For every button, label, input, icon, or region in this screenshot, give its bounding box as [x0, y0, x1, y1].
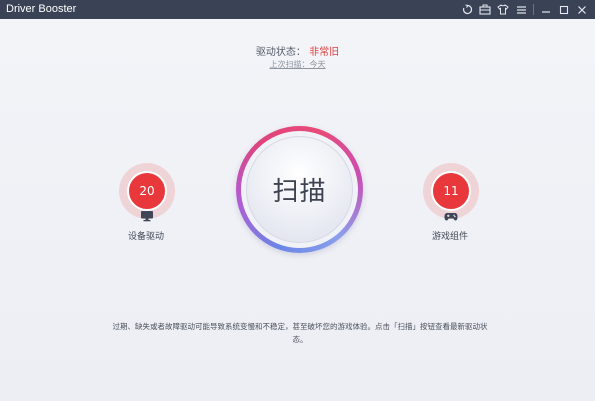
title-bar-controls — [458, 0, 591, 19]
device-drivers-label: 设备驱动 — [128, 232, 165, 242]
device-drivers-count: 20 — [127, 171, 167, 211]
shirt-icon[interactable] — [494, 0, 512, 19]
gamepad-icon — [444, 210, 458, 222]
toolbox-icon[interactable] — [476, 0, 494, 19]
game-components-label: 游戏组件 — [432, 232, 469, 242]
last-scan-link[interactable]: 上次扫描：今天 — [0, 59, 595, 70]
driver-status-label: 驱动状态： — [255, 47, 306, 58]
title-bar: Driver Booster — [0, 0, 595, 19]
game-components-count: 11 — [431, 171, 471, 211]
scan-hint-text: 过期、缺失或者故障驱动可能导致系统变慢和不稳定，甚至破坏您的游戏体验。点击「扫描… — [112, 322, 488, 344]
maximize-icon[interactable] — [555, 0, 573, 19]
close-icon[interactable] — [573, 0, 591, 19]
minimize-icon[interactable] — [537, 0, 555, 19]
scan-button[interactable]: 扫描 — [236, 126, 363, 253]
main-panel: 驱动状态： 非常旧 上次扫描：今天 扫描 20 设备驱动 11 游戏组件 过期、… — [0, 19, 595, 401]
scan-button-face[interactable]: 扫描 — [246, 136, 353, 243]
driver-status-value: 非常旧 — [309, 47, 340, 58]
monitor-icon — [140, 210, 154, 222]
refresh-icon[interactable] — [458, 0, 476, 19]
menu-icon[interactable] — [512, 0, 530, 19]
app-title: Driver Booster — [6, 3, 77, 15]
scan-button-label: 扫描 — [272, 177, 327, 207]
driver-status: 驱动状态： 非常旧 — [0, 43, 595, 58]
title-bar-divider — [533, 4, 534, 15]
